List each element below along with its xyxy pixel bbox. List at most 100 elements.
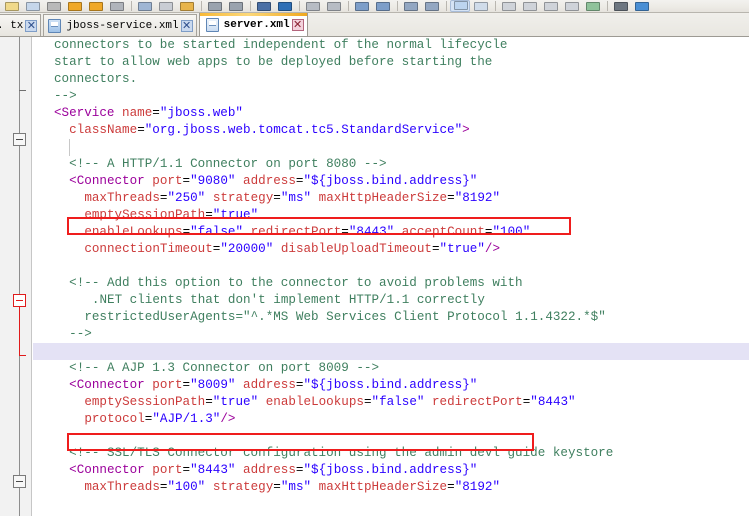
toolbar-button-bookmark-prev[interactable] <box>303 0 323 12</box>
toolbar-separator <box>446 1 447 11</box>
fold-toggle-ssl[interactable] <box>13 475 26 488</box>
code-token-pn: = <box>431 242 440 256</box>
code-line[interactable]: connectors to be started independent of … <box>33 37 749 54</box>
code-token-val: "8443" <box>348 225 395 239</box>
tab-close-icon[interactable]: ✕ <box>25 19 38 32</box>
tab-close-icon[interactable]: ✕ <box>291 18 304 31</box>
code-token-attr: redirectPort <box>432 395 523 409</box>
toolbar-button-align-a[interactable] <box>499 0 519 12</box>
code-line[interactable] <box>33 139 749 156</box>
tab-server-xml[interactable]: server.xml ✕ <box>198 13 308 36</box>
code-token-pn: = <box>273 191 281 205</box>
code-token-tag: > <box>462 123 470 137</box>
toolbar-button-indent-right[interactable] <box>373 0 393 12</box>
toolbar-button-align-b[interactable] <box>520 0 540 12</box>
toolbar-button-split-view[interactable] <box>471 0 491 12</box>
code-line[interactable] <box>33 258 749 275</box>
fold-region-indicator <box>19 305 20 356</box>
toolbar-button-new-file[interactable] <box>2 0 22 12</box>
code-token-tag: <Service <box>54 106 123 120</box>
toolbar-separator <box>201 1 202 11</box>
code-line[interactable]: --> <box>33 326 749 343</box>
code-line[interactable] <box>33 343 749 360</box>
toolbar-button-grid[interactable] <box>254 0 274 12</box>
code-line[interactable]: restrictedUserAgents="^.*MS Web Services… <box>33 309 749 326</box>
code-token-val: "true" <box>439 242 485 256</box>
code-line[interactable] <box>33 428 749 445</box>
toolbar-button-undo[interactable] <box>135 0 155 12</box>
print-icon <box>110 2 124 11</box>
code-line[interactable]: enableLookups="false" redirectPort="8443… <box>33 224 749 241</box>
toolbar-button-align-d[interactable] <box>562 0 582 12</box>
code-line[interactable]: <!-- A HTTP/1.1 Connector on port 8080 -… <box>33 156 749 173</box>
code-line[interactable]: <Service name="jboss.web" <box>33 105 749 122</box>
toolbar-button-bookmark-next[interactable] <box>324 0 344 12</box>
code-line[interactable]: --> <box>33 88 749 105</box>
toolbar-button-print[interactable] <box>107 0 127 12</box>
align-b-icon <box>523 2 537 11</box>
code-token-val: "250" <box>167 191 206 205</box>
code-token-attr: port <box>152 174 183 188</box>
toolbar-button-macro-record[interactable] <box>611 0 631 12</box>
fold-toggle-service[interactable] <box>13 133 26 146</box>
view-panel-icon <box>454 1 468 10</box>
code-line[interactable]: <Connector port="8009" address="${jboss.… <box>33 377 749 394</box>
tab-jboss-service-xml[interactable]: jboss-service.xml ✕ <box>43 14 197 36</box>
toolbar-button-save[interactable] <box>23 0 43 12</box>
code-token-val: "false" <box>190 225 244 239</box>
code-line[interactable]: <!-- A AJP 1.3 Connector on port 8009 --… <box>33 360 749 377</box>
toolbar-button-forward-arrow[interactable] <box>226 0 246 12</box>
code-line[interactable]: <Connector port="8443" address="${jboss.… <box>33 462 749 479</box>
code-line[interactable]: maxThreads="250" strategy="ms" maxHttpHe… <box>33 190 749 207</box>
toolbar-button-zoom-out[interactable] <box>401 0 421 12</box>
code-line[interactable]: protocol="AJP/1.3"/> <box>33 411 749 428</box>
text-editor-area[interactable]: connectors to be started independent of … <box>0 37 749 516</box>
code-line[interactable]: .NET clients that don't implement HTTP/1… <box>33 292 749 309</box>
code-line[interactable]: <!-- Add this option to the connector to… <box>33 275 749 292</box>
toolbar-separator <box>397 1 398 11</box>
fold-toggle-comment[interactable] <box>13 294 26 307</box>
code-line[interactable]: <Connector port="9080" address="${jboss.… <box>33 173 749 190</box>
code-line[interactable]: connectionTimeout = "20000" disableUploadT… <box>33 241 749 258</box>
code-line[interactable]: <!-- SSL/TLS Connector configuration usi… <box>33 445 749 462</box>
main-toolbar <box>0 0 749 13</box>
toolbar-button-word-wrap[interactable] <box>583 0 603 12</box>
toolbar-separator <box>607 1 608 11</box>
code-line[interactable]: emptySessionPath="true" enableLookups="f… <box>33 394 749 411</box>
bookmark-next-icon <box>327 2 341 11</box>
toolbar-button-refresh[interactable] <box>65 0 85 12</box>
code-line[interactable]: className="org.jboss.web.tomcat.tc5.Stan… <box>33 122 749 139</box>
code-token-pn: = <box>363 395 372 409</box>
toolbar-button-run[interactable] <box>632 0 652 12</box>
code-content[interactable]: connectors to be started independent of … <box>33 37 749 516</box>
code-line[interactable]: start to allow web apps to be deployed b… <box>33 54 749 71</box>
tab-txt[interactable]: . tx✕ <box>0 14 42 36</box>
toolbar-button-back-arrow[interactable] <box>205 0 225 12</box>
toolbar-button-align-c[interactable] <box>541 0 561 12</box>
globe-icon <box>278 2 292 11</box>
code-line[interactable]: emptySessionPath="true" <box>33 207 749 224</box>
code-line[interactable]: connectors. <box>33 71 749 88</box>
code-token-pn: = <box>182 225 191 239</box>
code-token-pn: = <box>182 174 191 188</box>
tab-label: jboss-service.xml <box>66 19 179 32</box>
code-token-cm: connectors to be started independent of … <box>54 38 508 52</box>
align-d-icon <box>565 2 579 11</box>
code-token-tag: <Connector <box>69 378 153 392</box>
toolbar-button-paste[interactable] <box>177 0 197 12</box>
toolbar-separator <box>495 1 496 11</box>
toolbar-button-view-panel[interactable] <box>450 0 470 12</box>
toolbar-button-globe[interactable] <box>275 0 295 12</box>
toolbar-button-copy[interactable] <box>156 0 176 12</box>
fold-gutter[interactable] <box>0 37 32 516</box>
code-token-pn: = <box>341 225 349 239</box>
toolbar-button-indent-left[interactable] <box>352 0 372 12</box>
toolbar-button-zoom-in[interactable] <box>422 0 442 12</box>
code-token-attr: address <box>243 463 296 477</box>
toolbar-button-save-all[interactable] <box>44 0 64 12</box>
code-line[interactable]: maxThreads="100" strategy="ms" maxHttpHe… <box>33 479 749 496</box>
tab-close-icon[interactable]: ✕ <box>180 19 193 32</box>
toolbar-button-reload[interactable] <box>86 0 106 12</box>
